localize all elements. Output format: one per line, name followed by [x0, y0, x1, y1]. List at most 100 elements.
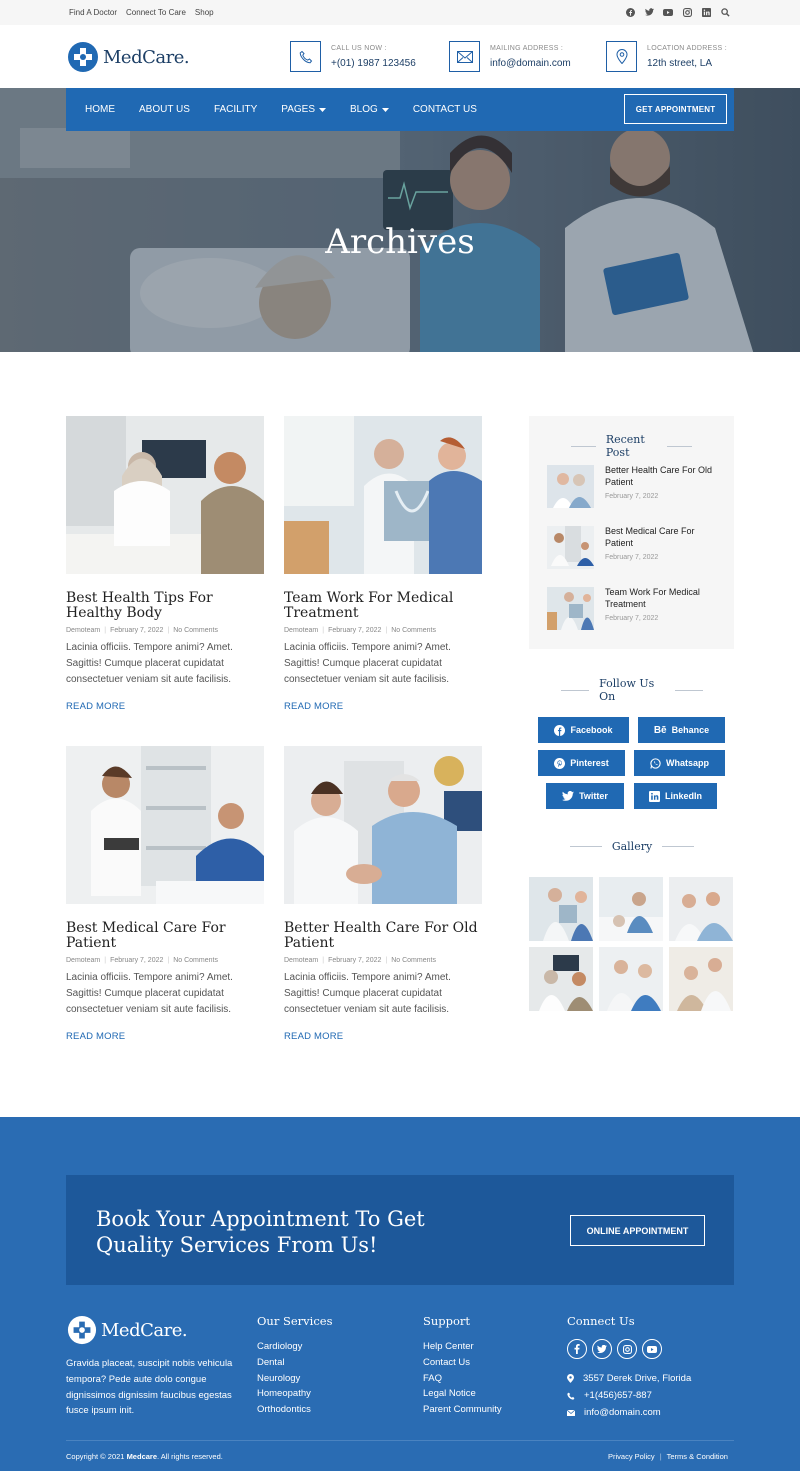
footer-logo[interactable]: MedCare. [67, 1315, 188, 1345]
nav-home[interactable]: HOME [85, 104, 115, 115]
gallery-image[interactable] [599, 947, 663, 1011]
post-author[interactable]: Demoteam [284, 957, 318, 964]
online-appointment-button[interactable]: ONLINE APPOINTMENT [570, 1215, 705, 1246]
hero-title: Archives [325, 222, 475, 262]
post-author[interactable]: Demoteam [284, 627, 318, 634]
twitter-icon[interactable] [592, 1339, 612, 1359]
footer-email[interactable]: info@domain.com [567, 1407, 691, 1418]
service-link-homeopathy[interactable]: Homeopathy [257, 1386, 311, 1402]
post-excerpt: Lacinia officiis. Tempore animi? Amet. S… [66, 642, 233, 685]
recent-post-heading: Recent Post [571, 433, 692, 459]
privacy-policy-link[interactable]: Privacy Policy [608, 1452, 655, 1461]
call-value[interactable]: +(01) 1987 123456 [331, 58, 416, 69]
footer-phone[interactable]: +1(456)657-887 [567, 1390, 691, 1401]
support-link-contact-us[interactable]: Contact Us [423, 1355, 502, 1371]
post-comments[interactable]: No Comments [173, 627, 218, 634]
linkedin-button[interactable]: LinkedIn [634, 783, 717, 809]
gallery-image[interactable] [669, 947, 733, 1011]
recent-post-item[interactable]: Team Work For Medical Treatment February … [547, 587, 715, 630]
post-author[interactable]: Demoteam [66, 627, 100, 634]
post-comments[interactable]: No Comments [391, 627, 436, 634]
logo-text: MedCare. [103, 46, 190, 68]
nav-pages[interactable]: PAGES [281, 104, 327, 115]
recent-post-date: February 7, 2022 [605, 554, 659, 561]
service-link-cardiology[interactable]: Cardiology [257, 1339, 311, 1355]
youtube-icon[interactable] [642, 1339, 662, 1359]
post-title[interactable]: Team Work For Medical Treatment [284, 591, 484, 621]
post-image[interactable] [66, 416, 264, 574]
phone-icon [290, 41, 321, 72]
post-title[interactable]: Best Medical Care For Patient [66, 921, 266, 951]
twitter-icon[interactable] [643, 6, 655, 18]
service-link-dental[interactable]: Dental [257, 1355, 311, 1371]
legal-divider: | [659, 1452, 662, 1461]
site-logo[interactable]: MedCare. [67, 41, 190, 73]
main-nav: HOME ABOUT US FACILITY PAGES BLOG CONTAC… [85, 88, 501, 131]
nav-about-us[interactable]: ABOUT US [139, 104, 190, 115]
recent-post-thumb[interactable] [547, 526, 594, 569]
instagram-icon[interactable] [617, 1339, 637, 1359]
gallery-title: Gallery [611, 840, 653, 853]
search-icon[interactable] [719, 6, 731, 18]
recent-post-item[interactable]: Better Health Care For Old Patient Februa… [547, 465, 715, 508]
service-link-neurology[interactable]: Neurology [257, 1371, 311, 1387]
location-pin-icon [606, 41, 637, 72]
recent-post-thumb[interactable] [547, 587, 594, 630]
post-author[interactable]: Demoteam [66, 957, 100, 964]
top-social-icons [624, 6, 731, 18]
read-more-link[interactable]: READ MORE [66, 701, 266, 712]
recent-post-title[interactable]: Team Work For Medical Treatment [605, 587, 715, 610]
nav-contact-us[interactable]: CONTACT US [413, 104, 477, 115]
mail-value[interactable]: info@domain.com [490, 58, 571, 69]
terms-link[interactable]: Terms & Condition [667, 1452, 728, 1461]
get-appointment-button[interactable]: GET APPOINTMENT [624, 94, 727, 124]
nav-facility[interactable]: FACILITY [214, 104, 257, 115]
facebook-icon[interactable] [567, 1339, 587, 1359]
post-image[interactable] [66, 746, 264, 904]
post-date[interactable]: February 7, 2022 [328, 957, 381, 964]
gallery-image[interactable] [529, 877, 593, 941]
linkedin-icon[interactable] [700, 6, 712, 18]
behance-button[interactable]: Bē Behance [638, 717, 725, 743]
youtube-icon[interactable] [662, 6, 674, 18]
post-date[interactable]: February 7, 2022 [110, 627, 163, 634]
facebook-button[interactable]: Facebook [538, 717, 629, 743]
nav-blog[interactable]: BLOG [350, 104, 389, 115]
shop-link[interactable]: Shop [195, 8, 214, 17]
gallery-image[interactable] [599, 877, 663, 941]
recent-post-title[interactable]: Best Medical Care For Patient [605, 526, 715, 549]
post-comments[interactable]: No Comments [391, 957, 436, 964]
medcare-logo-icon [67, 1315, 97, 1345]
support-link-legal-notice[interactable]: Legal Notice [423, 1386, 502, 1402]
post-title[interactable]: Better Health Care For Old Patient [284, 921, 484, 951]
instagram-icon[interactable] [681, 6, 693, 18]
service-link-orthodontics[interactable]: Orthodontics [257, 1402, 311, 1418]
recent-post-title[interactable]: Better Health Care For Old Patient [605, 465, 715, 488]
pinterest-button[interactable]: Pinterest [538, 750, 625, 776]
gallery-image[interactable] [529, 947, 593, 1011]
support-link-parent-community[interactable]: Parent Community [423, 1402, 502, 1418]
chevron-down-icon [381, 107, 389, 112]
post-image[interactable] [284, 416, 482, 574]
post-meta: Demoteam | February 7, 2022 | No Comments [284, 627, 436, 634]
facebook-icon[interactable] [624, 6, 636, 18]
post-date[interactable]: February 7, 2022 [328, 627, 381, 634]
whatsapp-button[interactable]: Whatsapp [634, 750, 725, 776]
post-title[interactable]: Best Health Tips For Healthy Body [66, 591, 266, 621]
gallery-grid [529, 877, 733, 1011]
gallery-image[interactable] [669, 877, 733, 941]
read-more-link[interactable]: READ MORE [284, 1031, 484, 1042]
support-link-faq[interactable]: FAQ [423, 1371, 502, 1387]
read-more-link[interactable]: READ MORE [284, 701, 484, 712]
find-doctor-link[interactable]: Find A Doctor [69, 8, 117, 17]
support-link-help-center[interactable]: Help Center [423, 1339, 502, 1355]
twitter-button[interactable]: Twitter [546, 783, 624, 809]
recent-post-item[interactable]: Best Medical Care For Patient February 7,… [547, 526, 715, 569]
post-date[interactable]: February 7, 2022 [110, 957, 163, 964]
connect-care-link[interactable]: Connect To Care [126, 8, 186, 17]
post-card: Better Health Care For Old Patient Demot… [284, 746, 484, 1042]
post-comments[interactable]: No Comments [173, 957, 218, 964]
post-image[interactable] [284, 746, 482, 904]
recent-post-thumb[interactable] [547, 465, 594, 508]
read-more-link[interactable]: READ MORE [66, 1031, 266, 1042]
